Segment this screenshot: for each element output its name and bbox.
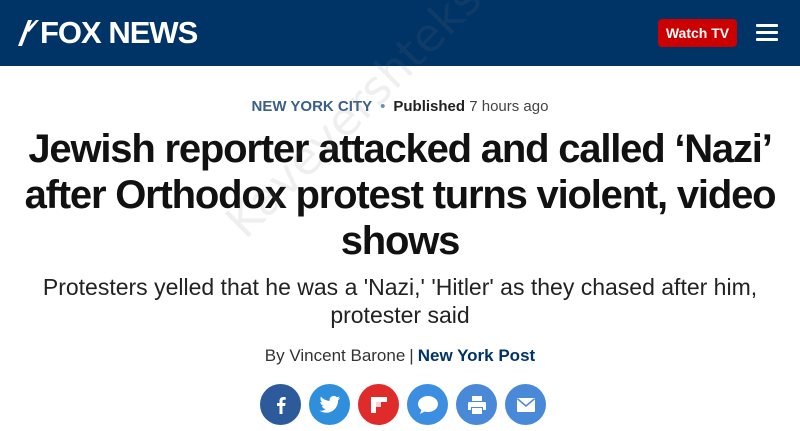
published-time: 7 hours ago (469, 98, 549, 115)
fox-news-logo-mark-icon (18, 20, 39, 46)
email-icon (516, 397, 535, 412)
twitter-share-button[interactable] (309, 384, 350, 425)
share-bar (260, 384, 550, 426)
print-icon (467, 395, 486, 414)
facebook-icon (276, 396, 286, 414)
site-header: FOX NEWS Watch TV (0, 0, 800, 66)
print-button[interactable] (456, 384, 497, 425)
byline: By Vincent Barone | New York Post (0, 346, 800, 366)
meta-separator-dot: • (380, 98, 386, 115)
twitter-icon (319, 395, 340, 413)
source-link[interactable]: New York Post (418, 346, 535, 365)
facebook-share-button[interactable] (260, 384, 301, 425)
article-subheadline: Protesters yelled that he was a 'Nazi,' … (42, 274, 758, 328)
article-meta: NEW YORK CITY • Published 7 hours ago (0, 98, 800, 115)
watch-tv-button[interactable]: Watch TV (658, 19, 737, 47)
author-name: By Vincent Barone (264, 346, 406, 365)
email-share-button[interactable] (505, 384, 546, 425)
category-link[interactable]: NEW YORK CITY (252, 98, 373, 115)
hamburger-menu-icon[interactable] (756, 24, 780, 42)
flipboard-icon (370, 396, 387, 413)
published-label: Published (393, 98, 466, 115)
flipboard-share-button[interactable] (358, 384, 399, 425)
logo-text: FOX NEWS (40, 15, 198, 50)
comment-icon (417, 395, 438, 414)
article-headline: Jewish reporter attacked and called ‘Naz… (24, 127, 777, 263)
fox-news-logo[interactable]: FOX NEWS (16, 15, 198, 50)
byline-separator: | (409, 346, 414, 365)
comment-button[interactable] (407, 384, 448, 425)
